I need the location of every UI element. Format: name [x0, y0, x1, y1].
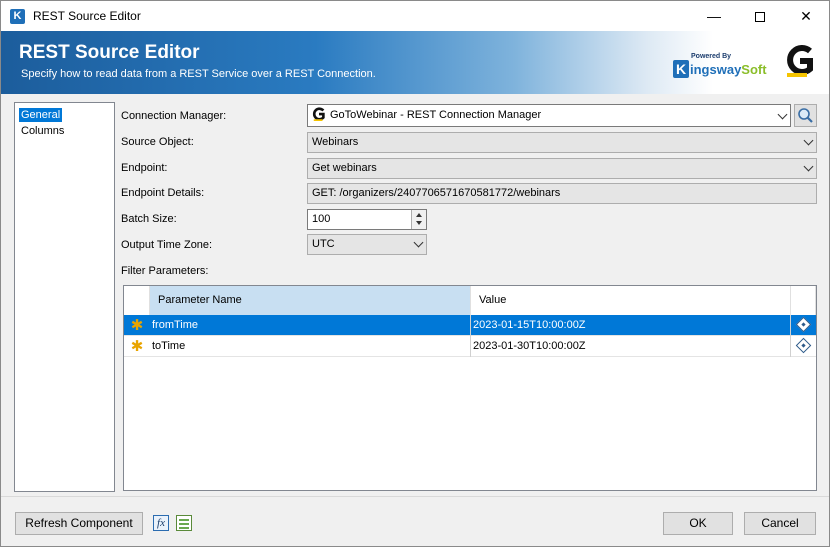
parameter-value-cell[interactable]: 2023-01-30T10:00:00Z	[471, 336, 791, 357]
output-time-zone-value: UTC	[312, 238, 335, 250]
filter-parameters-label: Filter Parameters:	[121, 265, 209, 277]
grid-corner-header	[124, 286, 150, 315]
connection-manager-value: GoToWebinar - REST Connection Manager	[330, 109, 542, 121]
chevron-down-icon	[413, 237, 424, 248]
endpoint-details-field: GET: /organizers/2407706571670581772/web…	[307, 183, 817, 204]
source-object-label: Source Object:	[121, 136, 194, 148]
gotowebinar-mini-icon	[312, 107, 325, 121]
maximize-button[interactable]	[737, 1, 783, 31]
batch-size-spinner[interactable]: 100	[307, 209, 427, 230]
kingswaysoft-name: ingswaySoft	[690, 62, 767, 77]
connection-manager-label: Connection Manager:	[121, 110, 227, 122]
ok-button[interactable]: OK	[663, 512, 733, 535]
gotowebinar-logo-icon	[787, 45, 813, 77]
search-icon	[798, 108, 813, 123]
table-row[interactable]: ✱ fromTime 2023-01-15T10:00:00Z	[124, 315, 816, 336]
asterisk-icon: ✱	[130, 338, 144, 355]
column-header-value[interactable]: Value	[471, 286, 791, 315]
kws-name-accent: Soft	[741, 62, 767, 77]
source-object-select[interactable]: Webinars	[307, 132, 817, 153]
column-header-parameter-name[interactable]: Parameter Name	[150, 286, 471, 315]
rest-source-editor-window: K REST Source Editor — ✕ REST Source Edi…	[0, 0, 830, 547]
footer-divider	[1, 496, 829, 497]
endpoint-select[interactable]: Get webinars	[307, 158, 817, 179]
close-button[interactable]: ✕	[783, 1, 829, 31]
connection-search-button[interactable]	[794, 104, 817, 127]
powered-by-label: Powered By	[691, 53, 732, 60]
chevron-down-icon	[803, 161, 814, 172]
source-object-value: Webinars	[312, 136, 359, 148]
spreadsheet-icon[interactable]	[176, 515, 192, 531]
nav-item-columns[interactable]: Columns	[19, 124, 66, 138]
banner-subtitle: Specify how to read data from a REST Ser…	[21, 68, 376, 80]
connection-manager-select[interactable]: GoToWebinar - REST Connection Manager	[307, 104, 791, 127]
grid-action-header	[791, 286, 816, 315]
banner-title: REST Source Editor	[19, 42, 200, 63]
parameter-edit-button[interactable]	[791, 336, 816, 357]
diamond-icon	[795, 316, 812, 333]
endpoint-value: Get webinars	[312, 162, 377, 174]
batch-size-label: Batch Size:	[121, 213, 177, 225]
kingswaysoft-k-icon: K	[10, 9, 25, 24]
chevron-down-icon	[803, 135, 814, 146]
kingswaysoft-k-icon: K	[673, 60, 689, 78]
diamond-icon	[795, 337, 812, 354]
spin-down-icon	[416, 221, 422, 225]
window-title: REST Source Editor	[33, 9, 141, 23]
output-time-zone-label: Output Time Zone:	[121, 239, 213, 251]
output-time-zone-select[interactable]: UTC	[307, 234, 427, 255]
asterisk-icon: ✱	[130, 317, 144, 334]
parameter-name-cell[interactable]: toTime	[150, 336, 471, 357]
header-banner: REST Source Editor Specify how to read d…	[1, 31, 829, 94]
parameter-edit-button[interactable]	[791, 315, 816, 336]
minimize-button[interactable]: —	[691, 1, 737, 31]
spinner-arrows[interactable]	[411, 210, 426, 229]
endpoint-label: Endpoint:	[121, 162, 168, 174]
endpoint-details-value: GET: /organizers/2407706571670581772/web…	[312, 187, 561, 199]
nav-item-general[interactable]: General	[19, 108, 63, 122]
spin-up-icon	[416, 213, 422, 217]
parameter-value-cell[interactable]: 2023-01-15T10:00:00Z	[471, 315, 791, 336]
table-row[interactable]: ✱ toTime 2023-01-30T10:00:00Z	[124, 336, 816, 357]
parameter-name-cell[interactable]: fromTime	[150, 315, 471, 336]
batch-size-value: 100	[312, 213, 331, 225]
endpoint-details-label: Endpoint Details:	[121, 187, 205, 199]
cancel-button[interactable]: Cancel	[744, 512, 816, 535]
refresh-component-button[interactable]: Refresh Component	[15, 512, 143, 535]
editor-nav: General Columns	[14, 102, 115, 492]
maximize-icon	[755, 12, 765, 23]
filter-parameters-grid: Parameter Name Value ✱ fromTime 2023-01-…	[123, 285, 817, 491]
kingswaysoft-logo: Powered By K ingswaySoft	[673, 53, 767, 83]
expression-icon[interactable]: fx	[153, 515, 169, 531]
title-bar: K REST Source Editor — ✕	[1, 1, 829, 31]
chevron-down-icon	[777, 109, 788, 120]
kws-name-main: ingsway	[690, 62, 742, 77]
